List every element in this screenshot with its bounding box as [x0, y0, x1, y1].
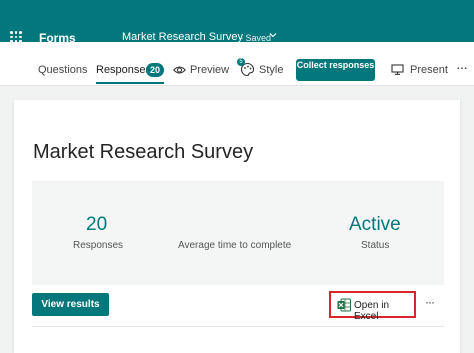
active-tab-indicator — [96, 82, 164, 84]
more-icon[interactable]: ··· — [425, 295, 435, 309]
monitor-icon[interactable] — [391, 64, 404, 75]
top-bar: Forms Market Research Survey - Saved — [0, 0, 474, 45]
responses-count-badge: 20 — [146, 63, 164, 77]
tab-responses[interactable]: Responses — [96, 64, 151, 76]
status-label: Status — [361, 240, 390, 251]
stats-panel: 20 Responses Average time to complete Ac… — [32, 181, 444, 285]
collect-responses-button[interactable]: Collect responses — [296, 59, 375, 81]
style-badge: 5 — [237, 58, 245, 66]
view-results-button[interactable]: View results — [32, 293, 109, 316]
tab-present[interactable]: Present — [410, 64, 448, 76]
average-time-label: Average time to complete — [178, 240, 292, 251]
status-value: Active — [349, 214, 401, 235]
divider — [32, 326, 444, 327]
tab-style[interactable]: Style — [259, 64, 283, 76]
page-title: Market Research Survey — [33, 141, 254, 163]
open-in-excel-label: Open in Excel — [354, 300, 390, 322]
open-in-excel-button[interactable]: Open in Excel — [329, 291, 416, 322]
excel-icon — [337, 298, 351, 312]
chevron-down-icon[interactable] — [268, 30, 278, 40]
eye-icon[interactable] — [173, 65, 186, 75]
responses-count: 20 — [86, 214, 108, 235]
command-bar: Questions Responses 20 Preview 5 Style C… — [0, 42, 474, 86]
tab-questions[interactable]: Questions — [38, 64, 88, 76]
more-icon[interactable]: ··· — [456, 59, 468, 75]
responses-label: Responses — [73, 240, 124, 251]
tab-preview[interactable]: Preview — [190, 64, 229, 76]
